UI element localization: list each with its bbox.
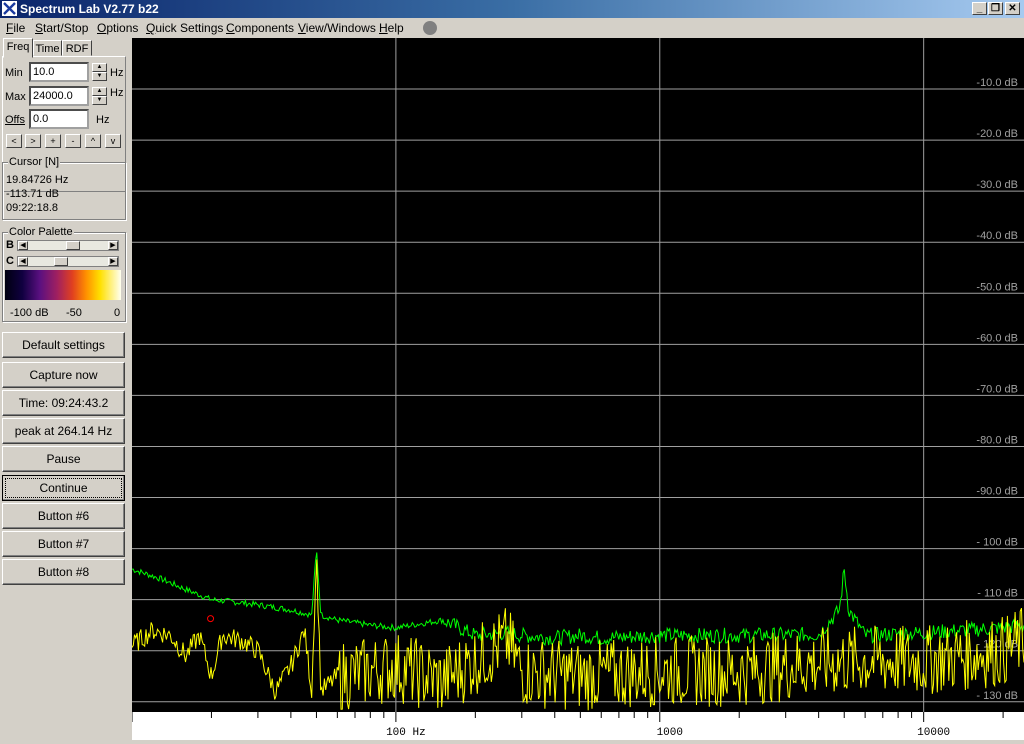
y-tick-label: -70.0 dB <box>976 383 1018 395</box>
contrast-label: C <box>6 255 14 267</box>
min-unit: Hz <box>110 67 124 79</box>
tab-time[interactable]: Time <box>33 40 62 56</box>
shift-up-button[interactable]: ^ <box>85 134 101 148</box>
menu-file[interactable]: File <box>6 21 25 35</box>
peak-button[interactable]: peak at 264.14 Hz <box>2 418 125 444</box>
max-label: Max <box>5 91 26 103</box>
pause-button[interactable]: Pause <box>2 446 125 472</box>
palette-scale-max: 0 <box>114 307 121 319</box>
tab-rdf[interactable]: RDF <box>62 40 92 56</box>
app-icon <box>2 1 17 16</box>
x-tick-label: 1000 <box>657 727 683 739</box>
restore-button[interactable]: ❐ <box>988 2 1003 15</box>
cursor-time: 09:22:18.8 <box>6 202 58 214</box>
y-tick-label: -20.0 dB <box>976 128 1018 140</box>
min-freq-input[interactable]: 10.0 <box>29 62 89 82</box>
x-tick-label: 100 Hz <box>386 727 426 739</box>
default-settings-button[interactable]: Default settings <box>2 332 125 358</box>
close-button[interactable]: ✕ <box>1005 2 1020 15</box>
menu-quick-settings[interactable]: Quick Settings <box>146 21 223 35</box>
y-tick-label: - 110 dB <box>977 588 1018 600</box>
brightness-slider[interactable]: ◀ ▶ <box>17 240 119 251</box>
minimize-button[interactable]: _ <box>972 2 987 15</box>
button-7[interactable]: Button #7 <box>2 531 125 557</box>
slider-left-arrow-icon[interactable]: ◀ <box>18 257 28 266</box>
average-spectrum-line <box>132 552 1024 647</box>
max-unit: Hz <box>110 87 124 99</box>
y-tick-label: - 130 dB <box>976 690 1018 702</box>
status-indicator-icon <box>423 21 437 35</box>
palette-scale-min: -100 dB <box>10 307 49 319</box>
menu-components[interactable]: Components <box>226 21 294 35</box>
frequency-axis: 100 Hz 1000 10000 <box>131 712 1024 740</box>
cursor-marker <box>207 615 215 623</box>
spectrum-plot[interactable]: -10.0 dB -20.0 dB -30.0 dB -40.0 dB -50.0 dB… <box>132 38 1024 712</box>
max-freq-input[interactable]: 24000.0 <box>29 86 89 106</box>
slider-right-arrow-icon[interactable]: ▶ <box>108 257 118 266</box>
window-title: Spectrum Lab V2.77 b22 <box>20 2 159 16</box>
shift-down-button[interactable]: v <box>105 134 121 148</box>
menu-options[interactable]: Options <box>97 21 138 35</box>
continue-button[interactable]: Continue <box>2 475 125 501</box>
capture-now-button[interactable]: Capture now <box>2 362 125 388</box>
palette-title: Color Palette <box>8 226 74 238</box>
scroll-left-button[interactable]: < <box>6 134 22 148</box>
contrast-thumb[interactable] <box>54 257 68 266</box>
cursor-frequency: 19.84726 Hz <box>6 174 69 186</box>
control-panel: Freq Time RDF Min 10.0 ▲ ▼ Hz Max 24000.0… <box>0 38 130 744</box>
button-6[interactable]: Button #6 <box>2 503 125 529</box>
color-palette-gradient[interactable] <box>5 270 121 300</box>
menu-bar: File Start/Stop Options Quick Settings C… <box>0 18 1024 38</box>
time-button[interactable]: Time: 09:24:43.2 <box>2 390 125 416</box>
contrast-slider[interactable]: ◀ ▶ <box>17 256 119 267</box>
y-tick-label: -80.0 dB <box>976 434 1018 446</box>
status-strip <box>0 740 1024 744</box>
y-tick-label: -30.0 dB <box>976 179 1018 191</box>
menu-start-stop[interactable]: Start/Stop <box>35 21 88 35</box>
button-8[interactable]: Button #8 <box>2 559 125 585</box>
title-bar: Spectrum Lab V2.77 b22 _ ❐ ✕ <box>0 0 1024 18</box>
zoom-out-button[interactable]: - <box>65 134 81 148</box>
y-tick-label: -60.0 dB <box>976 332 1018 344</box>
offset-input[interactable]: 0.0 <box>29 109 89 129</box>
min-freq-spinner[interactable]: ▲ ▼ <box>92 63 107 81</box>
slider-left-arrow-icon[interactable]: ◀ <box>18 241 28 250</box>
y-tick-label: -10.0 dB <box>976 77 1018 89</box>
max-freq-spinner[interactable]: ▲ ▼ <box>92 87 107 105</box>
y-tick-label: -90.0 dB <box>976 486 1018 498</box>
menu-help[interactable]: Help <box>379 21 404 35</box>
x-tick-label: 10000 <box>917 727 950 739</box>
offs-label[interactable]: Offs <box>5 114 25 126</box>
offs-unit: Hz <box>96 114 110 126</box>
cursor-level: -113.71 dB <box>6 188 60 200</box>
brightness-label: B <box>6 239 14 251</box>
menu-view-windows[interactable]: View/Windows <box>298 21 376 35</box>
spectrum-graph[interactable]: -10.0 dB -20.0 dB -30.0 dB -40.0 dB -50.0 dB… <box>132 38 1024 712</box>
tab-freq[interactable]: Freq <box>3 38 33 58</box>
y-tick-label: -50.0 dB <box>976 281 1018 293</box>
min-label: Min <box>5 67 23 79</box>
cursor-title: Cursor [N] <box>8 156 61 168</box>
slider-right-arrow-icon[interactable]: ▶ <box>108 241 118 250</box>
brightness-thumb[interactable] <box>66 241 80 250</box>
y-tick-label: -40.0 dB <box>976 230 1018 242</box>
palette-scale-mid: -50 <box>66 307 82 319</box>
scroll-right-button[interactable]: > <box>25 134 41 148</box>
zoom-in-button[interactable]: + <box>45 134 61 148</box>
y-tick-label: - 100 dB <box>976 537 1018 549</box>
cursor-panel: Cursor [N] 19.84726 Hz -113.71 dB 09:22:… <box>2 156 126 220</box>
